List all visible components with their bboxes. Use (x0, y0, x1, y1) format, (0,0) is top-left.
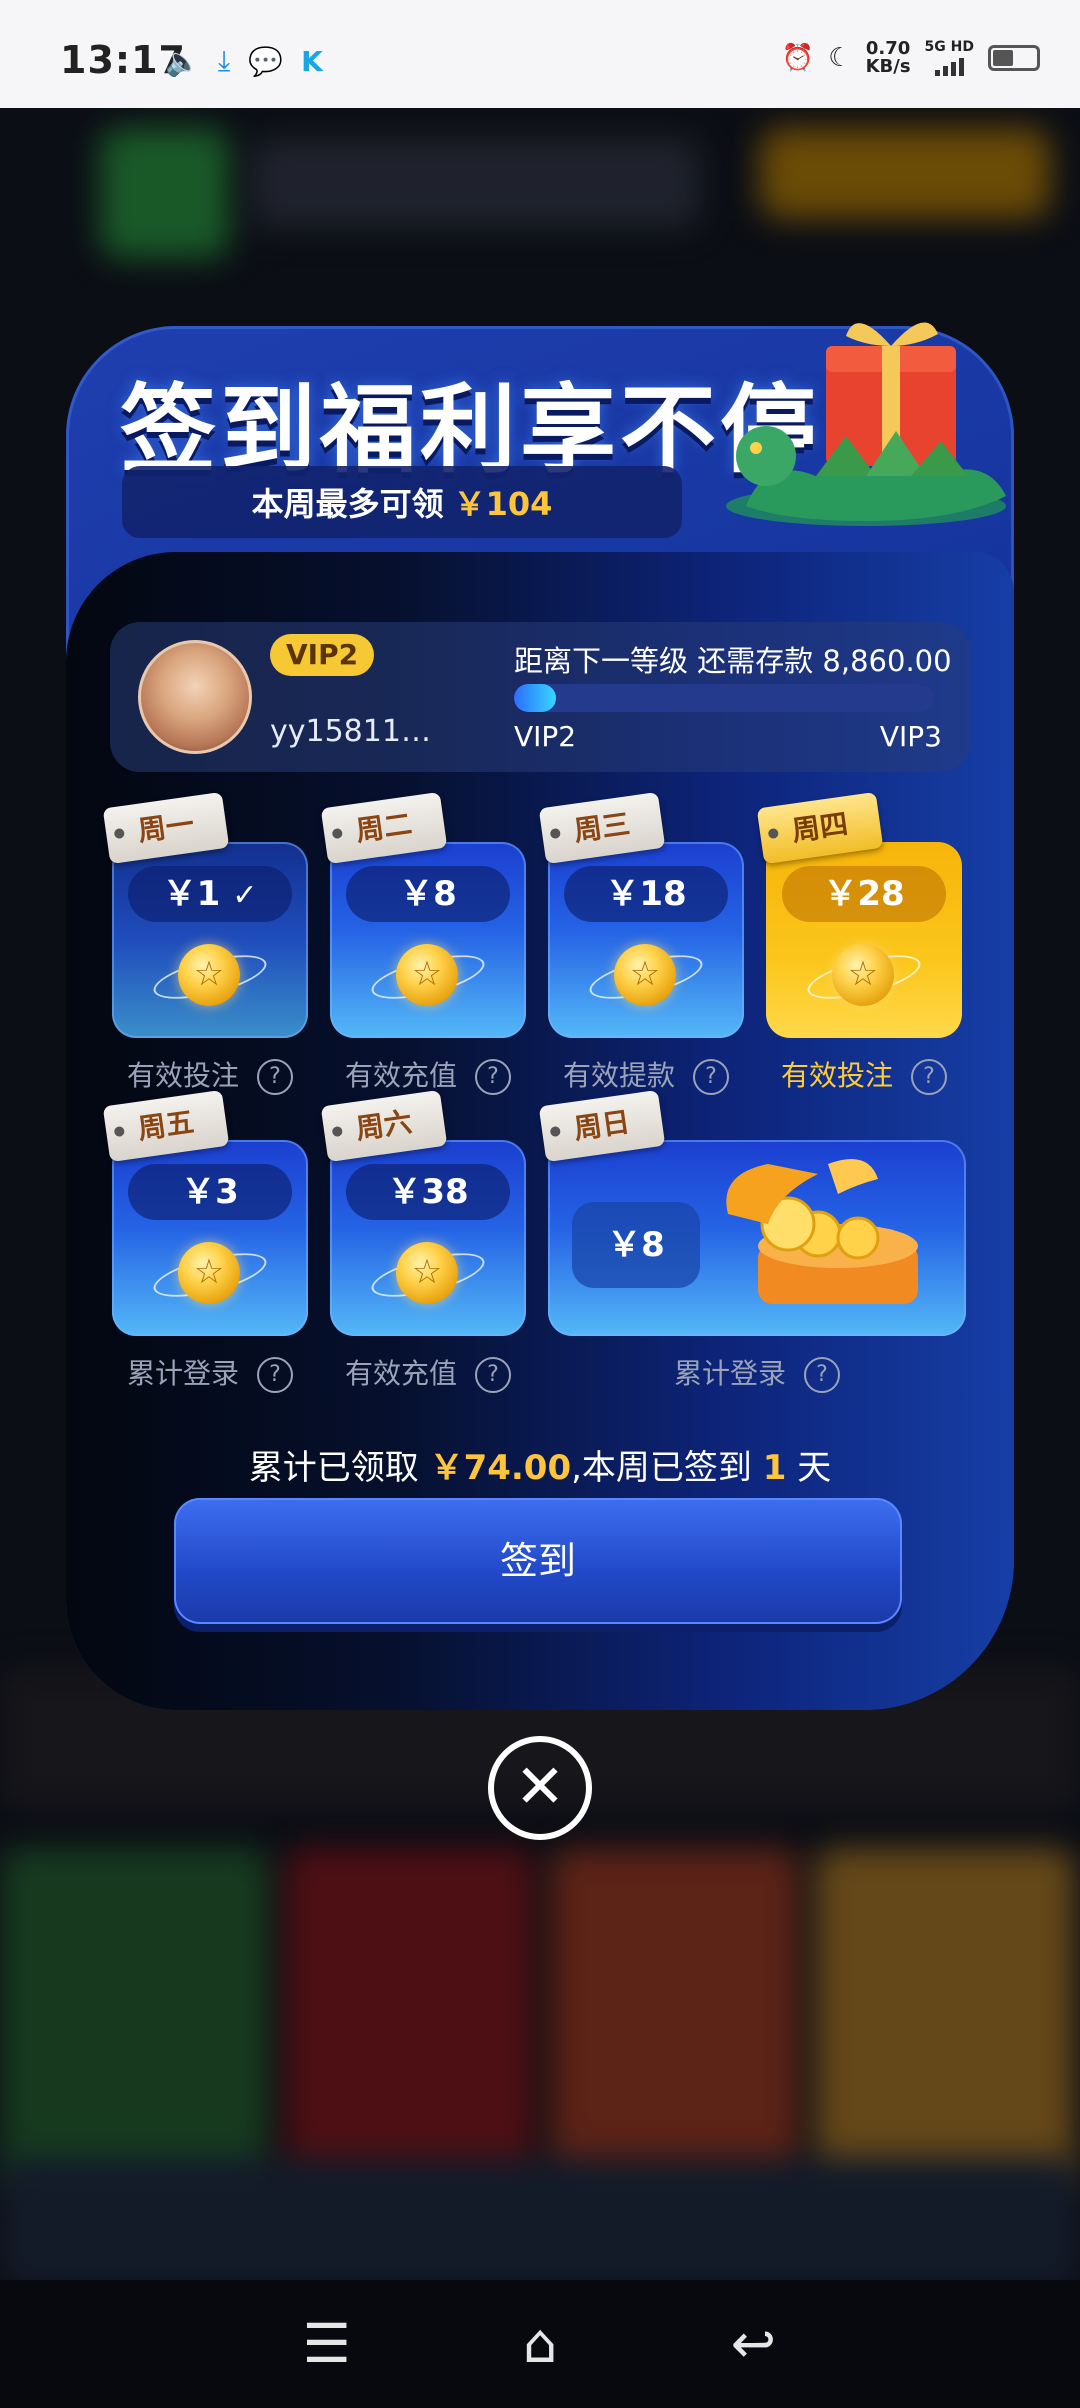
check-icon: ✓ (232, 878, 258, 913)
weekly-max-amount: ￥104 (453, 485, 553, 523)
help-icon[interactable]: ? (475, 1357, 511, 1393)
help-icon[interactable]: ? (804, 1357, 840, 1393)
help-icon[interactable]: ? (693, 1059, 729, 1095)
signal-icon (934, 54, 964, 76)
day-amount: ￥38 (346, 1164, 510, 1220)
day-tag: 周五 (102, 1089, 230, 1163)
day-label-fri: 累计登录? (112, 1352, 308, 1393)
home-icon[interactable]: ⌂ (500, 2317, 580, 2371)
vip-progress-bar (514, 684, 934, 712)
modal-body: VIP2 yy15811… 距离下一等级 还需存款 8,860.00 VIP2 … (66, 552, 1014, 1710)
progress-to-level: VIP3 (879, 720, 942, 753)
help-icon[interactable]: ? (911, 1059, 947, 1095)
vip-badge: VIP2 (270, 634, 375, 676)
avatar (138, 640, 252, 754)
help-icon[interactable]: ? (257, 1059, 293, 1095)
day-label-tue: 有效充值? (330, 1054, 526, 1095)
network-indicator: 5G HD (925, 40, 974, 76)
day-label-mon: 有效投注? (112, 1054, 308, 1095)
next-level-requirement: 距离下一等级 还需存款 8,860.00 (514, 644, 952, 678)
day-label-wed: 有效提款? (548, 1054, 744, 1095)
signin-button[interactable]: 签到 (174, 1498, 902, 1624)
coin-icon (614, 944, 676, 1006)
help-icon[interactable]: ? (257, 1357, 293, 1393)
coin-icon (396, 1242, 458, 1304)
back-icon[interactable]: ↩ (713, 2317, 793, 2371)
volume-icon: 🔈 (165, 44, 200, 78)
day-tag: 周日 (538, 1089, 666, 1163)
day-amount: ￥3 (128, 1164, 292, 1220)
dragon-gift-illustration (726, 322, 1006, 526)
day-amount: ￥8 (346, 866, 510, 922)
day-card-tue[interactable]: 周二 ￥8 (320, 791, 526, 1038)
day-amount: ￥8 (572, 1202, 700, 1288)
system-nav-bar: ☰ ⌂ ↩ (0, 2280, 1080, 2408)
status-right-icons: ⏰ ☾ 0.70 KB/s 5G HD (782, 40, 1040, 76)
coin-icon (832, 944, 894, 1006)
summary-middle: ,本周已签到 (571, 1448, 752, 1488)
download-icon: ⤓ (217, 44, 231, 77)
k-app-icon: K (301, 44, 323, 78)
day-tag: 周二 (320, 791, 448, 865)
status-left-icons: 🔈 ⤓ 💬 K (165, 44, 323, 78)
signin-modal: 签到福利享不停 本周最多可领 ￥104 VIP2 yy15811… 距离下一等级… (66, 322, 1014, 1710)
day-card-sat[interactable]: 周六 ￥38 (320, 1089, 526, 1336)
day-tag: 周四 (756, 791, 884, 865)
coin-icon (396, 944, 458, 1006)
summary-days: 1 (762, 1448, 787, 1488)
menu-icon[interactable]: ☰ (287, 2317, 367, 2371)
weekly-max-pill: 本周最多可领 ￥104 (122, 466, 682, 538)
day-amount: ￥18 (564, 866, 728, 922)
day-card-fri[interactable]: 周五 ￥3 (102, 1089, 308, 1336)
summary-prefix: 累计已领取 (248, 1448, 419, 1488)
status-bar: 13:17 🔈 ⤓ 💬 K ⏰ ☾ 0.70 KB/s 5G HD (0, 0, 1080, 108)
day-tag: 周六 (320, 1089, 448, 1163)
battery-icon (988, 45, 1040, 71)
progress-from-level: VIP2 (514, 720, 577, 753)
treasure-chest-icon (726, 1159, 918, 1304)
day-amount: ￥28 (782, 866, 946, 922)
help-icon[interactable]: ? (475, 1059, 511, 1095)
day-tag: 周三 (538, 791, 666, 865)
day-tag: 周一 (102, 791, 230, 865)
alarm-icon: ⏰ (781, 43, 815, 73)
day-card-sun[interactable]: 周日 ￥8 (538, 1089, 966, 1336)
day-card-wed[interactable]: 周三 ￥18 (538, 791, 744, 1038)
user-vip-card: VIP2 yy15811… 距离下一等级 还需存款 8,860.00 VIP2 … (110, 622, 970, 772)
day-label-thu: 有效投注? (766, 1054, 962, 1095)
day-card-mon[interactable]: 周一 ￥1 ✓ (102, 791, 308, 1038)
close-icon[interactable]: ✕ (488, 1736, 592, 1840)
net-speed: 0.70 KB/s (866, 40, 911, 76)
weekly-max-label: 本周最多可领 (251, 485, 444, 523)
username: yy15811… (270, 714, 431, 749)
signin-summary: 累计已领取 ￥74.00,本周已签到 1 天 (66, 1440, 1014, 1489)
coin-icon (178, 1242, 240, 1304)
wechat-icon: 💬 (248, 44, 284, 78)
moon-icon: ☾ (828, 43, 852, 73)
summary-suffix: 天 (797, 1448, 832, 1488)
net-speed-unit: KB/s (865, 56, 911, 77)
day-card-thu[interactable]: 周四 ￥28 (756, 791, 962, 1038)
vip-progress-fill (514, 684, 556, 712)
day-label-sun: 累计登录? (548, 1352, 966, 1393)
day-amount: ￥1 ✓ (128, 866, 292, 922)
net-type: 5G HD (924, 39, 974, 55)
summary-amount: ￥74.00 (429, 1448, 572, 1488)
coin-icon (178, 944, 240, 1006)
day-label-sat: 有效充值? (330, 1352, 526, 1393)
